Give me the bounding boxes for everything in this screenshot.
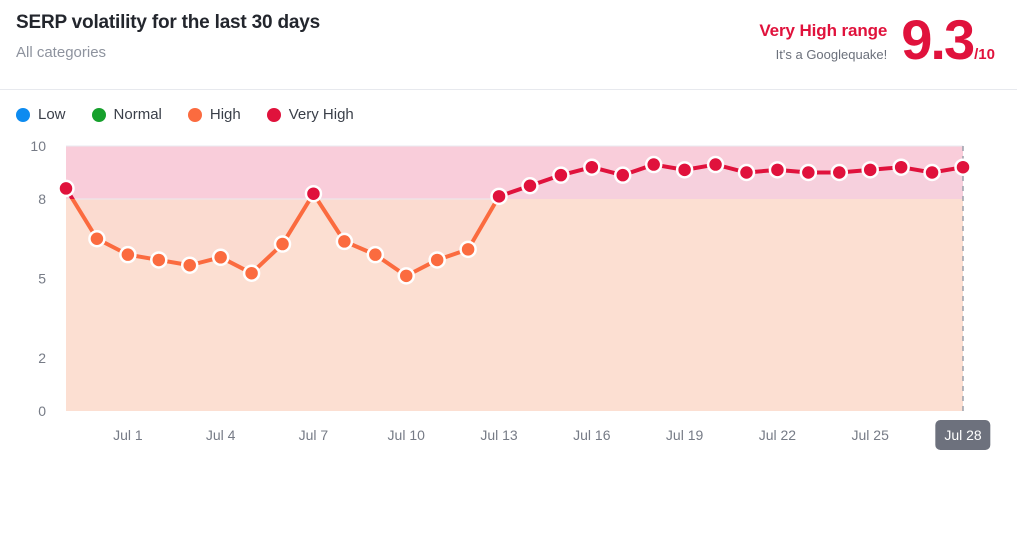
legend-item-label: Very High [288,106,354,123]
legend-dot-icon [187,107,202,122]
legend-item-high[interactable]: High [187,106,241,123]
data-point[interactable] [614,166,632,184]
data-point[interactable] [675,161,694,179]
data-point[interactable] [211,248,230,267]
data-point[interactable] [273,235,292,253]
data-point[interactable] [892,158,910,176]
data-point[interactable] [583,158,601,176]
data-point[interactable] [861,161,879,179]
range-group: Very High range It's a Googlequake! [759,14,887,63]
y-axis-tick-label: 5 [38,271,46,287]
y-axis-tick-label: 10 [30,138,46,154]
legend-dot-icon [91,107,106,122]
chart-legend: Low Normal High Very High [0,90,1017,123]
data-point[interactable] [397,267,415,285]
legend-dot-icon [16,107,30,122]
data-point[interactable] [490,187,508,206]
x-axis-tick-jul-1[interactable]: Jul 1 [113,425,143,445]
data-point[interactable] [644,155,663,174]
x-axis-tick-jul-22[interactable]: Jul 22 [759,425,796,445]
y-axis-tick-label: 2 [38,350,46,366]
x-axis-tick-jul-10[interactable]: Jul 10 [388,425,425,445]
data-point[interactable] [88,230,106,248]
score-max: /10 [974,46,995,63]
score-value: 9.3 [901,8,975,71]
chart-area: 0 2 5 8 10 Jul 1 Jul 4 Jul 7 Jul 10 Jul 13 Jul 16… [0,129,1017,519]
legend-item-normal[interactable]: Normal [91,106,162,123]
data-point[interactable] [737,163,756,182]
data-point[interactable] [150,251,168,269]
data-point[interactable] [335,232,354,251]
data-point[interactable] [830,163,849,182]
data-point[interactable] [954,158,972,176]
x-axis-tick-jul-19[interactable]: Jul 19 [666,425,703,445]
header-title-group: SERP volatility for the last 30 days All… [16,11,320,62]
page-subtitle: All categories [16,44,107,61]
legend-item-label: Low [38,106,66,123]
data-point[interactable] [119,245,137,264]
score-group: 9.3 /10 [901,8,995,71]
data-point[interactable] [366,245,385,264]
legend-item-label: High [209,106,241,123]
legend-item-label: Normal [113,106,162,123]
legend-dot-icon [266,107,281,122]
y-axis-tick-label: 8 [38,191,46,207]
score-summary: Very High range It's a Googlequake! 9.3 … [759,8,995,71]
widget-header: SERP volatility for the last 30 days All… [0,0,1017,90]
x-axis-tick-jul-4[interactable]: Jul 4 [206,425,236,445]
legend-item-very-high[interactable]: Very High [266,106,354,123]
data-point[interactable] [242,264,261,282]
data-point[interactable] [768,161,787,179]
range-label: Very High range [759,21,888,40]
volatility-line-chart: 0 2 5 8 10 [30,138,972,419]
x-axis-tick-jul-25[interactable]: Jul 25 [852,425,889,445]
legend-item-low[interactable]: Low [16,106,66,123]
x-axis-tick-jul-13[interactable]: Jul 13 [480,425,517,445]
page-title: SERP volatility for the last 30 days [16,12,320,33]
data-point[interactable] [923,163,941,182]
range-note: It's a Googlequake! [775,47,888,62]
data-point[interactable] [57,179,75,198]
x-axis-tick-jul-28[interactable]: Jul 28 [935,420,991,450]
data-point[interactable] [459,240,477,259]
x-axis-labels: Jul 1 Jul 4 Jul 7 Jul 10 Jul 13 Jul 16 Jul 19 J… [0,420,1017,465]
data-point[interactable] [428,251,446,269]
x-axis-tick-jul-7[interactable]: Jul 7 [299,425,329,445]
data-point[interactable] [552,166,570,184]
data-point[interactable] [304,184,323,203]
y-axis-tick-label: 0 [38,403,46,419]
data-point[interactable] [706,155,725,174]
serp-volatility-widget: SERP volatility for the last 30 days All… [0,0,1017,536]
data-point[interactable] [799,163,818,182]
data-point[interactable] [180,256,199,274]
data-point[interactable] [521,177,539,195]
x-axis-tick-jul-16[interactable]: Jul 16 [573,425,610,445]
